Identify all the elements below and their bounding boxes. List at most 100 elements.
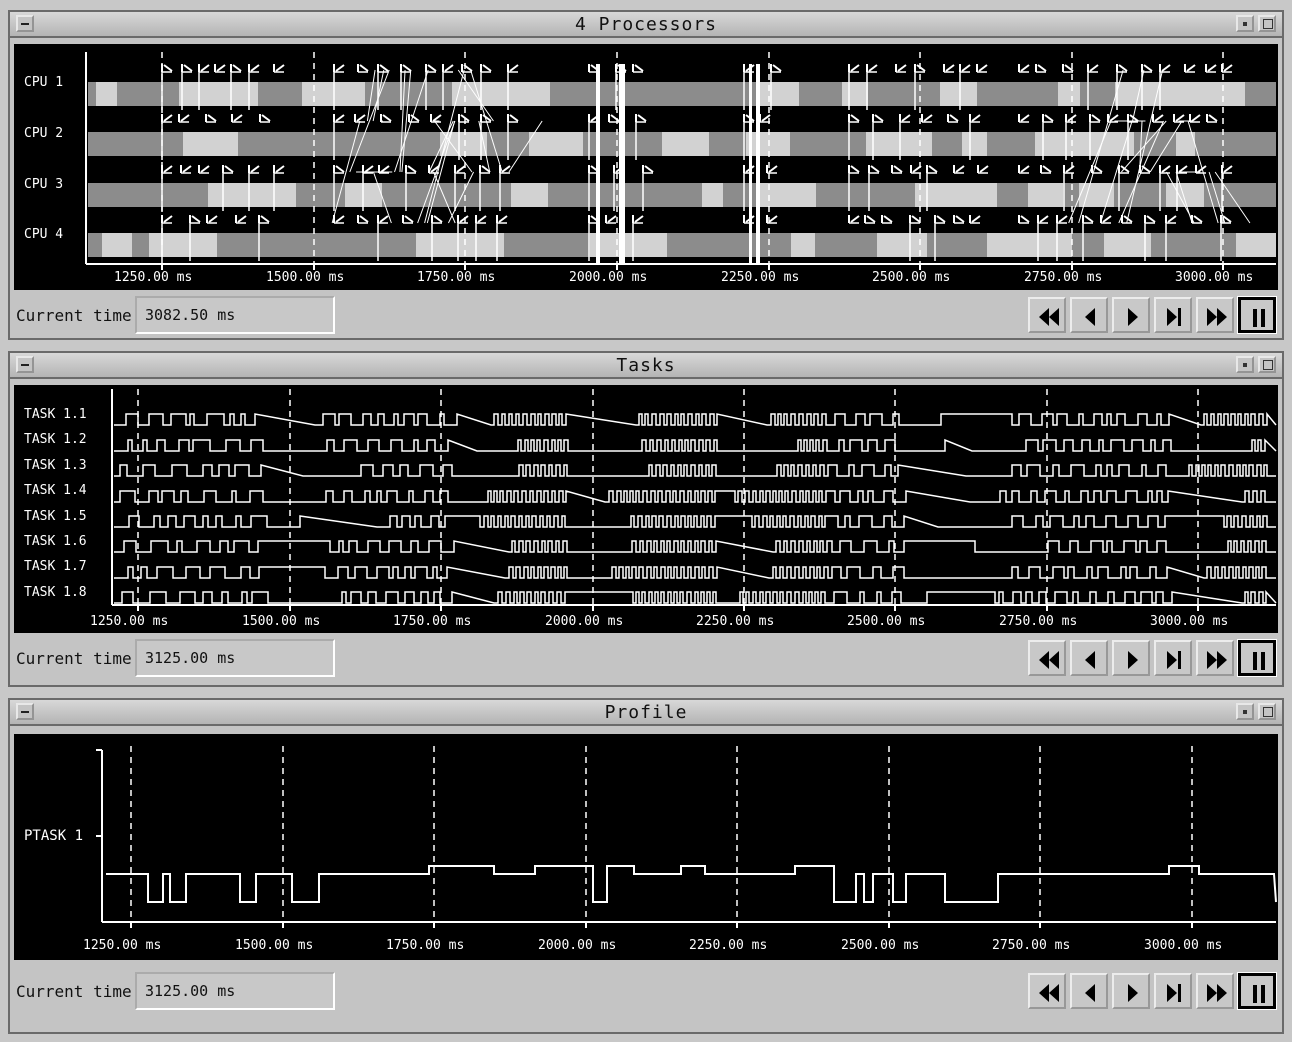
cpu-activity-bar xyxy=(102,233,132,257)
switch-marker xyxy=(1223,64,1233,72)
title-bar[interactable]: Tasks xyxy=(10,353,1282,379)
cpu-activity-bar xyxy=(723,183,760,207)
step-back-button[interactable] xyxy=(1070,640,1108,676)
task-trace xyxy=(114,590,1277,604)
rewind-icon xyxy=(1039,308,1059,326)
switch-marker xyxy=(1191,114,1201,122)
cpu-activity-bar xyxy=(88,183,111,207)
pause-button[interactable] xyxy=(1237,972,1277,1010)
switch-marker xyxy=(893,165,903,173)
rewind-button[interactable] xyxy=(1028,297,1066,333)
task-timeline[interactable]: TASK 1.1 TASK 1.2 TASK 1.3 TASK 1.4 TASK… xyxy=(14,385,1278,633)
pause-icon xyxy=(1253,309,1265,327)
step-back-button[interactable] xyxy=(1070,297,1108,333)
control-bar: Current time 3082.50 ms xyxy=(14,292,1278,338)
fast-forward-icon xyxy=(1207,308,1227,326)
maximize-icon[interactable] xyxy=(1258,703,1276,720)
play-button[interactable] xyxy=(1112,973,1150,1009)
step-end-icon xyxy=(1167,651,1181,669)
switch-marker xyxy=(180,114,190,122)
minimize-icon[interactable] xyxy=(1236,356,1254,373)
pause-button[interactable] xyxy=(1237,296,1277,334)
switch-marker xyxy=(477,215,487,223)
fast-forward-button[interactable] xyxy=(1196,297,1234,333)
rewind-button[interactable] xyxy=(1028,973,1066,1009)
task-trace xyxy=(114,565,1276,579)
step-end-button[interactable] xyxy=(1154,297,1192,333)
switch-marker xyxy=(237,215,247,223)
processor-timeline[interactable]: CPU 1 CPU 2 CPU 3 CPU 4 1250.00 ms 1500.… xyxy=(14,44,1278,290)
switch-marker xyxy=(1084,215,1094,223)
cpu-activity-bar xyxy=(389,233,416,257)
switch-marker xyxy=(1020,215,1030,223)
step-end-button[interactable] xyxy=(1154,973,1192,1009)
cpu-activity-bar xyxy=(379,132,393,156)
switch-marker xyxy=(916,64,926,72)
minimize-icon[interactable] xyxy=(1236,15,1254,32)
cpu-activity-bar xyxy=(183,132,226,156)
switch-marker xyxy=(1020,64,1030,72)
cpu-activity-bar xyxy=(1209,82,1245,106)
cpu-activity-bar xyxy=(624,132,662,156)
minimize-icon[interactable] xyxy=(1236,703,1254,720)
tick-label: 2750.00 ms xyxy=(992,938,1070,953)
tick-label: 1500.00 ms xyxy=(266,270,344,285)
switch-marker xyxy=(1167,215,1177,223)
cpu-activity-bar xyxy=(161,132,183,156)
switch-marker xyxy=(509,64,519,72)
current-time-label: Current time xyxy=(16,649,132,668)
switch-marker xyxy=(200,64,210,72)
title-bar[interactable]: 4 Processors xyxy=(10,12,1282,38)
play-button[interactable] xyxy=(1112,640,1150,676)
profile-timeline[interactable]: PTASK 1 1250.00 ms 1500.00 ms 1750.00 ms… xyxy=(14,734,1278,960)
cpu-activity-bar xyxy=(157,82,179,106)
switch-marker xyxy=(883,215,893,223)
current-time-field[interactable]: 3125.00 ms xyxy=(135,972,335,1010)
cpu-activity-bar xyxy=(1034,82,1058,106)
cpu-activity-bar xyxy=(932,132,962,156)
maximize-icon[interactable] xyxy=(1258,356,1276,373)
cpu-activity-bar xyxy=(269,233,295,257)
play-icon xyxy=(1128,984,1138,1002)
control-bar: Current time 3125.00 ms xyxy=(14,635,1278,681)
play-button[interactable] xyxy=(1112,297,1150,333)
title-bar[interactable]: Profile xyxy=(10,700,1282,726)
switch-marker xyxy=(979,165,989,173)
cpu-activity-bar xyxy=(1079,183,1096,207)
window-title: 4 Processors xyxy=(574,14,718,35)
pause-button[interactable] xyxy=(1237,639,1277,677)
step-end-button[interactable] xyxy=(1154,640,1192,676)
switch-marker xyxy=(427,64,437,72)
switch-marker xyxy=(768,215,778,223)
rewind-button[interactable] xyxy=(1028,640,1066,676)
switch-marker xyxy=(364,165,374,173)
cpu-activity-bar xyxy=(987,233,1036,257)
fast-forward-icon xyxy=(1207,984,1227,1002)
cpu-activity-bar xyxy=(96,82,117,106)
cpu-activity-bar xyxy=(152,183,192,207)
fast-forward-button[interactable] xyxy=(1196,640,1234,676)
cpu-activity-bar xyxy=(111,183,152,207)
cpu-activity-bar xyxy=(467,233,504,257)
play-icon xyxy=(1128,308,1138,326)
cpu-activity-bar xyxy=(847,132,866,156)
cpu-activity-bar xyxy=(351,132,379,156)
cpu-activity-bar xyxy=(809,82,842,106)
tick-label: 1250.00 ms xyxy=(114,270,192,285)
switch-marker xyxy=(250,64,260,72)
window-title: Profile xyxy=(604,702,688,723)
current-time-field[interactable]: 3082.50 ms xyxy=(135,296,335,334)
cpu-activity-bar xyxy=(192,183,208,207)
play-icon xyxy=(1128,651,1138,669)
switch-marker xyxy=(207,114,217,122)
switch-marker xyxy=(407,165,417,173)
switch-marker xyxy=(1037,64,1047,72)
switch-marker xyxy=(961,64,971,72)
row-label: CPU 4 xyxy=(24,227,63,242)
fast-forward-button[interactable] xyxy=(1196,973,1234,1009)
row-label: CPU 3 xyxy=(24,177,63,192)
cpu-activity-bar xyxy=(866,132,883,156)
current-time-field[interactable]: 3125.00 ms xyxy=(135,639,335,677)
step-back-button[interactable] xyxy=(1070,973,1108,1009)
maximize-icon[interactable] xyxy=(1258,15,1276,32)
